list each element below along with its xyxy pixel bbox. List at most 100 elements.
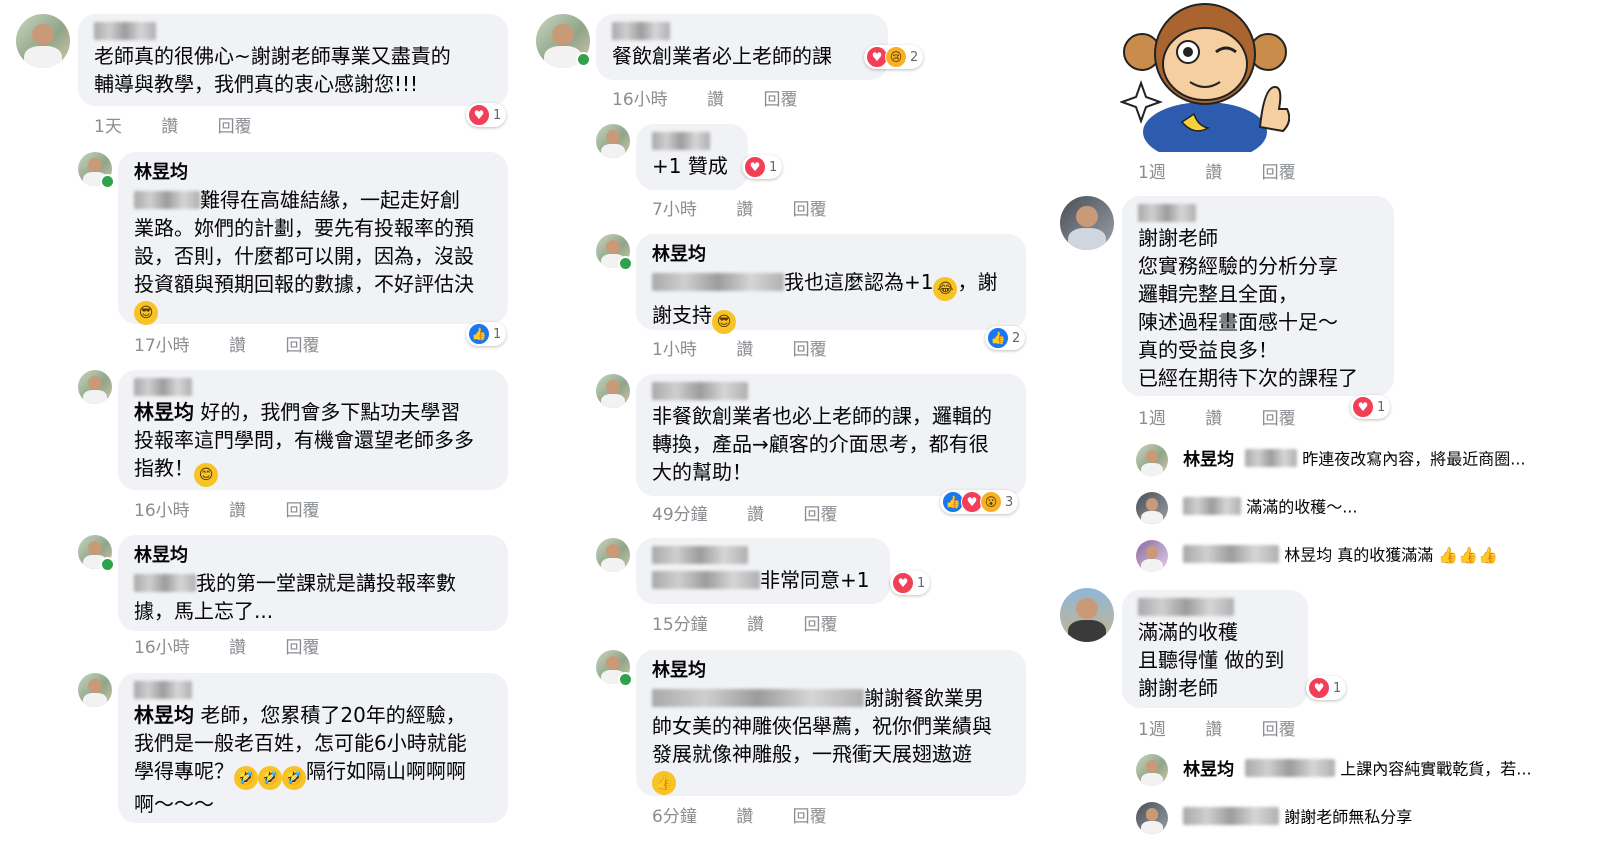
reply-preview[interactable]: 滿滿的收穫～... <box>1136 492 1357 524</box>
reply-author[interactable]: 林昱均 <box>1183 450 1234 470</box>
reply-preview[interactable]: 林昱均 昨連夜改寫內容，將最近商圈... <box>1136 444 1526 476</box>
reply-button[interactable]: 回覆 <box>793 200 827 220</box>
mention-link[interactable]: 林昱均 <box>134 703 194 727</box>
online-indicator <box>100 557 115 572</box>
timestamp[interactable]: 6分鐘 <box>652 807 697 827</box>
avatar[interactable] <box>1136 444 1168 476</box>
reply-button[interactable]: 回覆 <box>763 90 797 110</box>
timestamp[interactable]: 15分鐘 <box>652 615 708 635</box>
timestamp[interactable]: 49分鐘 <box>652 505 708 525</box>
reaction-count[interactable]: 👍 ♥ 😮 3 <box>940 490 1019 514</box>
reaction-count[interactable]: ♥ 1 <box>890 571 931 595</box>
reply-button[interactable]: 回覆 <box>1262 720 1296 740</box>
mention-link[interactable]: 林昱均 <box>134 400 194 424</box>
timestamp[interactable]: 16小時 <box>612 90 668 110</box>
avatar[interactable] <box>596 124 630 158</box>
redacted-name[interactable] <box>1138 204 1196 222</box>
avatar[interactable] <box>1060 588 1114 642</box>
timestamp[interactable]: 1小時 <box>652 340 697 360</box>
timestamp[interactable]: 16小時 <box>134 501 190 521</box>
reply-button[interactable]: 回覆 <box>1262 409 1296 429</box>
redacted-name[interactable] <box>652 546 748 564</box>
comment-author[interactable]: 林昱均 <box>652 242 1012 268</box>
like-button[interactable]: 讚 <box>736 200 753 220</box>
comment-author[interactable]: 林昱均 <box>134 160 494 186</box>
comment-text: 指教！ 😊 <box>134 454 494 487</box>
avatar[interactable] <box>596 538 630 572</box>
reaction-count[interactable]: ♥ 1 <box>466 103 507 127</box>
reply-button[interactable]: 回覆 <box>793 807 827 827</box>
avatar[interactable] <box>1060 196 1114 250</box>
comment-text: 謝謝老師 <box>1138 226 1218 250</box>
reply-preview[interactable]: 林昱均 上課內容純實戰乾貨，若... <box>1136 754 1532 786</box>
redacted-name[interactable] <box>134 378 192 396</box>
redacted-name[interactable] <box>612 22 670 40</box>
redacted-name[interactable] <box>134 681 192 699</box>
timestamp[interactable]: 7小時 <box>652 200 697 220</box>
avatar[interactable] <box>1136 754 1168 786</box>
timestamp[interactable]: 1天 <box>94 117 122 137</box>
redacted-mention[interactable] <box>134 191 200 209</box>
redacted-name[interactable] <box>94 22 156 40</box>
like-button[interactable]: 讚 <box>736 807 753 827</box>
avatar[interactable] <box>1136 492 1168 524</box>
timestamp[interactable]: 17小時 <box>134 336 190 356</box>
redacted-name[interactable] <box>1183 544 1280 563</box>
reaction-count[interactable]: ♥ 1 <box>742 155 783 179</box>
avatar[interactable] <box>1136 540 1168 572</box>
reply-button[interactable]: 回覆 <box>803 505 837 525</box>
reply-button[interactable]: 回覆 <box>218 117 252 137</box>
redacted-name[interactable] <box>652 132 710 150</box>
reply-button[interactable]: 回覆 <box>285 638 319 658</box>
like-button[interactable]: 讚 <box>1205 409 1222 429</box>
reply-button[interactable]: 回覆 <box>803 615 837 635</box>
like-button[interactable]: 讚 <box>747 615 764 635</box>
reaction-count[interactable]: ♥ 😢 2 <box>864 45 924 69</box>
timestamp[interactable]: 1週 <box>1138 409 1166 429</box>
redacted-mention[interactable] <box>652 689 864 707</box>
reaction-count[interactable]: 👍 2 <box>985 326 1026 350</box>
comment-bubble: 林昱均 難得在高雄結緣，一起走好創 業路。妳們的計劃，要先有投報率的預 設，否則… <box>118 152 508 325</box>
comment-meta: 1週 讚 回覆 <box>1138 158 1330 183</box>
redacted-name[interactable] <box>1183 806 1280 825</box>
like-button[interactable]: 讚 <box>736 340 753 360</box>
reaction-count[interactable]: ♥ 1 <box>1350 395 1391 419</box>
reaction-count[interactable]: 👍 1 <box>466 322 507 346</box>
like-button[interactable]: 讚 <box>229 638 246 658</box>
redacted-mention[interactable] <box>134 574 196 592</box>
reply-button[interactable]: 回覆 <box>793 340 827 360</box>
timestamp[interactable]: 1週 <box>1138 163 1166 183</box>
like-button[interactable]: 讚 <box>1205 163 1222 183</box>
redacted-name[interactable] <box>652 382 748 400</box>
like-button[interactable]: 讚 <box>747 505 764 525</box>
redacted-name[interactable] <box>1138 598 1234 616</box>
reaction-count[interactable]: ♥ 1 <box>1306 676 1347 700</box>
comment-author[interactable]: 林昱均 <box>652 658 1012 684</box>
comment-author[interactable]: 林昱均 <box>134 543 494 569</box>
redacted-mention[interactable] <box>652 273 784 291</box>
like-button[interactable]: 讚 <box>161 117 178 137</box>
reply-button[interactable]: 回覆 <box>285 501 319 521</box>
avatar[interactable] <box>78 673 112 707</box>
like-button[interactable]: 讚 <box>229 336 246 356</box>
reply-button[interactable]: 回覆 <box>285 336 319 356</box>
reply-button[interactable]: 回覆 <box>1262 163 1296 183</box>
redacted-mention[interactable] <box>652 571 760 589</box>
redacted-mention[interactable] <box>1245 758 1336 777</box>
avatar[interactable] <box>596 374 630 408</box>
comment-text: +1 贊成 <box>652 154 728 178</box>
like-button[interactable]: 讚 <box>707 90 724 110</box>
reply-preview[interactable]: 林昱均 真的收獲滿滿 👍👍👍 <box>1136 540 1498 572</box>
timestamp[interactable]: 1週 <box>1138 720 1166 740</box>
comment-text: 非常同意+1 <box>652 566 876 594</box>
timestamp[interactable]: 16小時 <box>134 638 190 658</box>
reply-author[interactable]: 林昱均 <box>1183 760 1234 780</box>
reply-preview[interactable]: 謝謝老師無私分享 <box>1136 802 1412 834</box>
redacted-name[interactable] <box>1183 496 1242 515</box>
avatar[interactable] <box>16 14 70 68</box>
like-button[interactable]: 讚 <box>1205 720 1222 740</box>
avatar[interactable] <box>1136 802 1168 834</box>
like-button[interactable]: 讚 <box>229 501 246 521</box>
avatar[interactable] <box>78 370 112 404</box>
redacted-mention[interactable] <box>1245 448 1298 467</box>
